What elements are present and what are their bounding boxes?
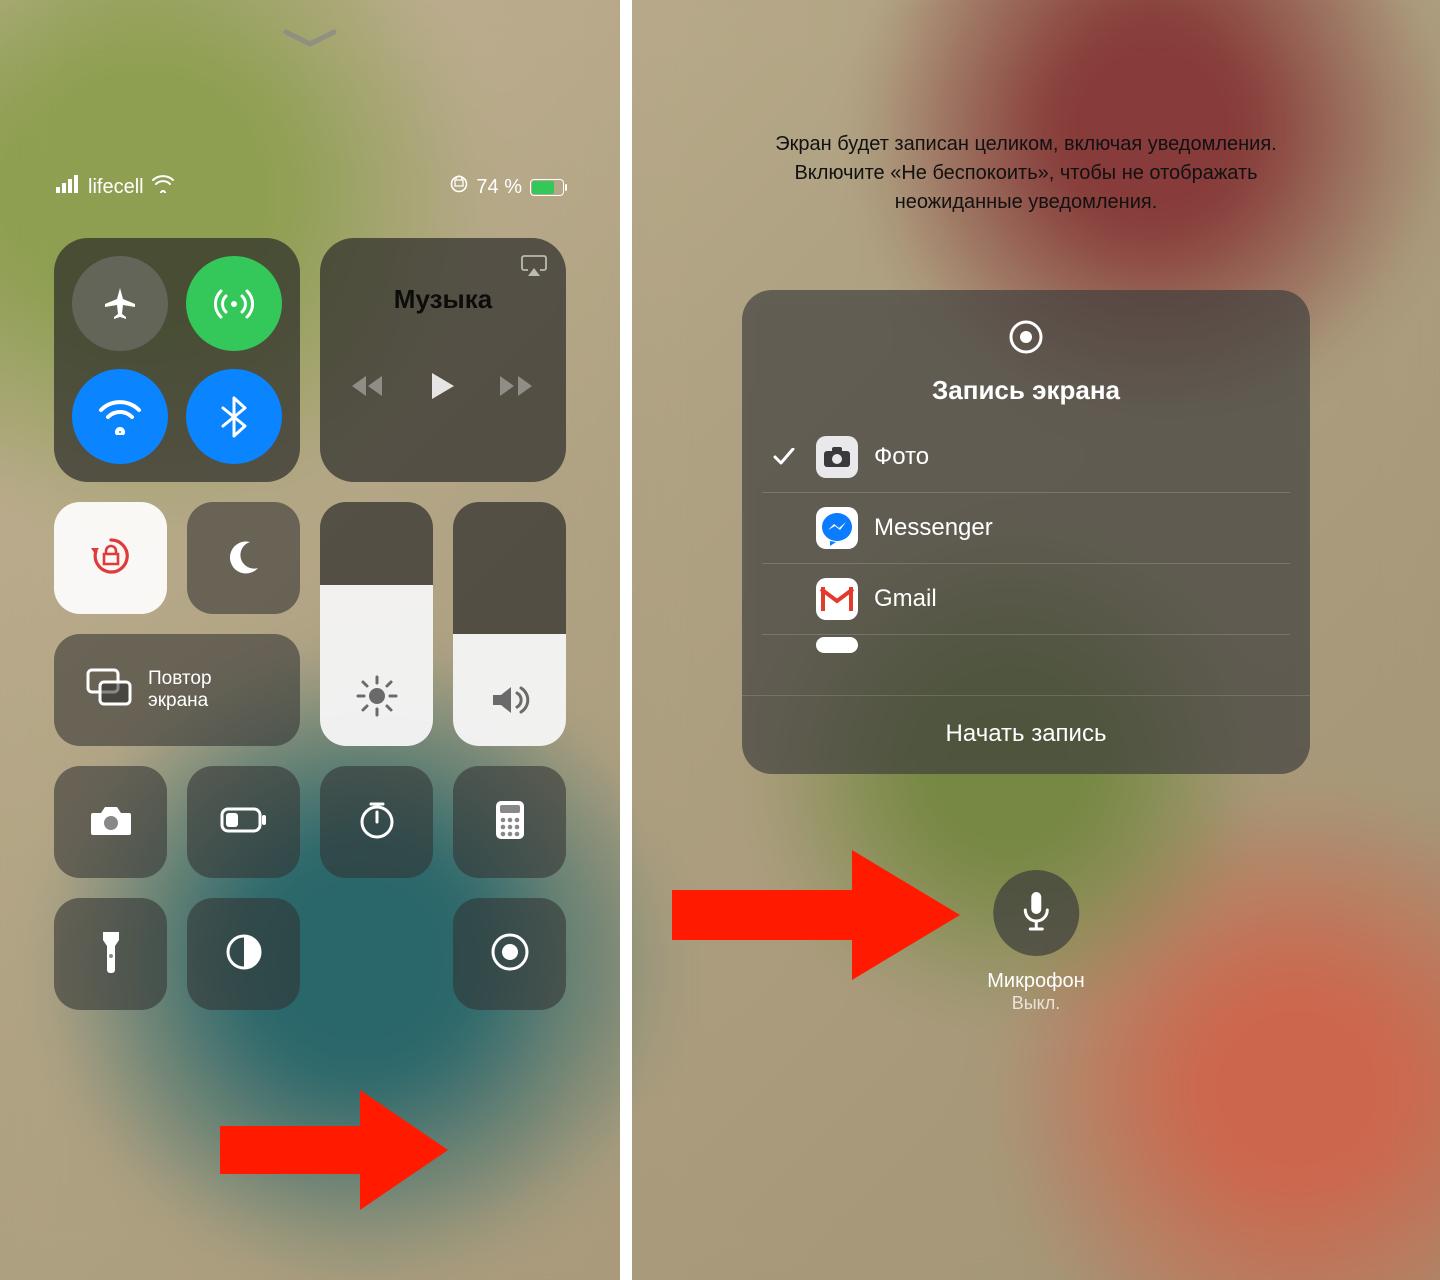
antenna-icon: [212, 282, 256, 326]
screen-record-tile[interactable]: [453, 898, 566, 1010]
brightness-icon: [356, 675, 398, 722]
timer-icon: [357, 800, 397, 845]
photos-app-icon: [816, 436, 858, 478]
do-not-disturb-tile[interactable]: [187, 502, 300, 614]
dark-mode-tile[interactable]: [187, 898, 300, 1010]
bluetooth-toggle[interactable]: [186, 369, 282, 464]
media-title: Музыка: [394, 284, 492, 315]
microphone-toggle[interactable]: [993, 870, 1079, 956]
target-row-photos[interactable]: Фото: [762, 422, 1290, 493]
image-divider: [620, 0, 632, 1280]
check-icon: [768, 448, 800, 466]
battery-icon: [220, 807, 268, 838]
volume-icon: [489, 683, 531, 722]
status-bar: lifecell 74 %: [0, 175, 620, 199]
microphone-icon: [1021, 890, 1051, 937]
volume-slider[interactable]: [453, 502, 566, 746]
battery-percent: 74 %: [476, 176, 522, 199]
target-row-gmail[interactable]: Gmail: [762, 564, 1290, 635]
flashlight-tile[interactable]: [54, 898, 167, 1010]
rewind-button[interactable]: [352, 374, 386, 403]
play-button[interactable]: [430, 371, 456, 406]
low-power-tile[interactable]: [187, 766, 300, 878]
calculator-icon: [494, 799, 526, 846]
microphone-block: Микрофон Выкл.: [987, 870, 1084, 1014]
modal-title: Запись экрана: [932, 375, 1120, 406]
start-recording-button[interactable]: Начать запись: [742, 695, 1310, 774]
moon-icon: [224, 536, 264, 581]
orientation-lock-icon: [87, 532, 135, 585]
screen-recording-modal: Запись экрана Фото Messenger Gmail: [742, 290, 1310, 774]
record-icon: [1007, 318, 1045, 361]
row-label: Фото: [874, 443, 929, 471]
gmail-app-icon: [816, 578, 858, 620]
empty-slot: [320, 898, 433, 1010]
row-label: Messenger: [874, 514, 993, 542]
microphone-state: Выкл.: [987, 993, 1084, 1014]
camera-icon: [89, 803, 133, 842]
bluetooth-icon: [221, 396, 247, 438]
cellular-bars-icon: [56, 175, 80, 199]
airplane-mode-toggle[interactable]: [72, 256, 168, 351]
media-tile[interactable]: Музыка: [320, 238, 566, 482]
orientation-lock-icon: [450, 175, 468, 199]
wifi-icon: [152, 175, 174, 199]
camera-tile[interactable]: [54, 766, 167, 878]
wifi-icon: [97, 399, 143, 435]
target-row-messenger[interactable]: Messenger: [762, 493, 1290, 564]
microphone-label: Микрофон: [987, 970, 1084, 993]
screen-recording-modal-screen: Экран будет записан целиком, включая уве…: [632, 0, 1440, 1280]
record-icon: [489, 931, 531, 978]
row-label: Gmail: [874, 585, 937, 613]
chevron-down-icon[interactable]: [282, 28, 338, 55]
mirroring-icon: [86, 668, 132, 712]
recording-notice: Экран будет записан целиком, включая уве…: [742, 130, 1310, 217]
flashlight-icon: [99, 930, 123, 979]
orientation-lock-tile[interactable]: [54, 502, 167, 614]
messenger-app-icon: [816, 507, 858, 549]
control-center-screen: lifecell 74 %: [0, 0, 620, 1280]
forward-button[interactable]: [500, 374, 534, 403]
airplane-icon: [100, 284, 140, 324]
timer-tile[interactable]: [320, 766, 433, 878]
target-row-more[interactable]: [762, 635, 1290, 655]
connectivity-group: [54, 238, 300, 482]
half-circle-icon: [224, 932, 264, 977]
screen-mirroring-label: Повтор экрана: [148, 668, 268, 712]
carrier-name: lifecell: [88, 176, 144, 199]
cellular-data-toggle[interactable]: [186, 256, 282, 351]
battery-icon: [530, 179, 564, 196]
brightness-slider[interactable]: [320, 502, 433, 746]
wifi-toggle[interactable]: [72, 369, 168, 464]
calculator-tile[interactable]: [453, 766, 566, 878]
screen-mirroring-tile[interactable]: Повтор экрана: [54, 634, 300, 746]
airplay-icon[interactable]: [520, 252, 548, 281]
partial-app-icon: [816, 637, 858, 653]
